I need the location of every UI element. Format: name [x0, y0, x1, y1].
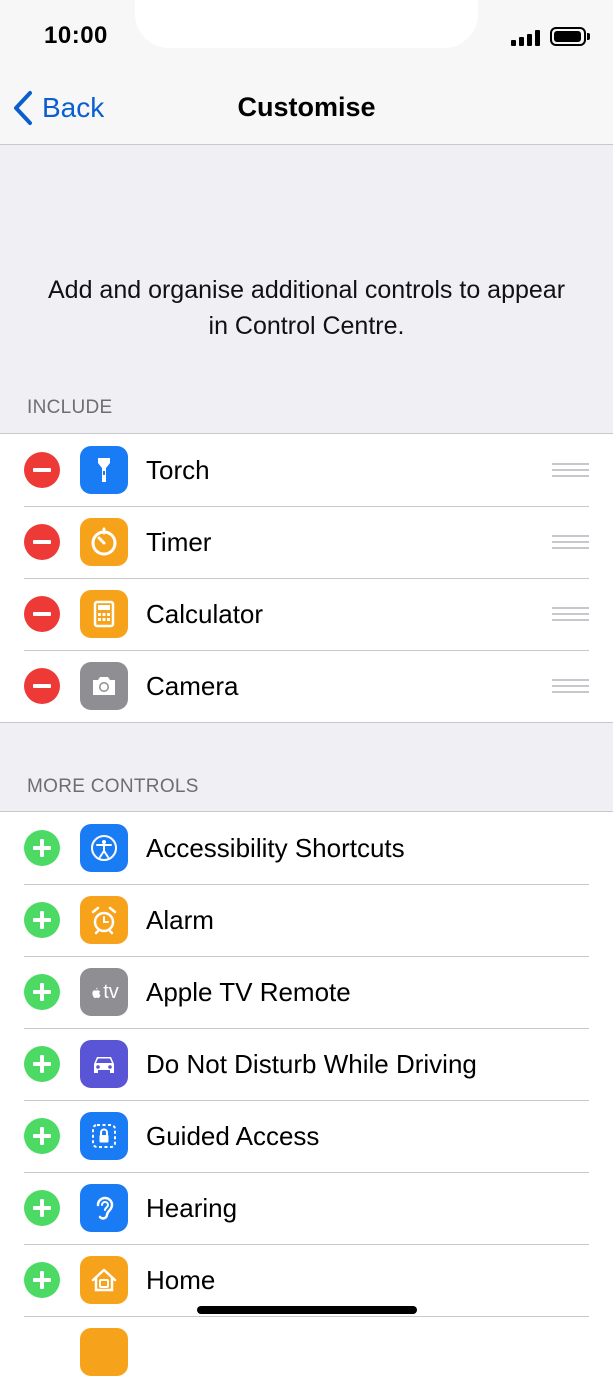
page-title: Customise: [237, 92, 376, 122]
add-icon[interactable]: [24, 830, 60, 866]
control-label: Guided Access: [146, 1121, 320, 1151]
reorder-handle-icon[interactable]: [552, 535, 589, 549]
section-header-more-controls: MORE CONTROLS: [27, 776, 199, 797]
control-label: Torch: [146, 455, 210, 485]
remove-icon[interactable]: [24, 596, 60, 632]
list-item[interactable]: Guided Access: [0, 1100, 613, 1172]
control-label: Do Not Disturb While Driving: [146, 1049, 477, 1079]
add-icon[interactable]: [24, 974, 60, 1010]
list-item[interactable]: tv Apple TV Remote: [0, 956, 613, 1028]
status-time: 10:00: [44, 22, 108, 49]
remove-icon[interactable]: [24, 668, 60, 704]
alarm-icon: [80, 896, 128, 944]
list-item[interactable]: Timer: [0, 506, 613, 578]
home-indicator[interactable]: [197, 1306, 417, 1314]
list-item[interactable]: Camera: [0, 650, 613, 722]
control-label: Hearing: [146, 1193, 238, 1223]
list-item[interactable]: Calculator: [0, 578, 613, 650]
app-icon: [80, 1328, 128, 1376]
add-icon[interactable]: [24, 1046, 60, 1082]
add-icon[interactable]: [24, 1190, 60, 1226]
apple-tv-icon: tv: [80, 968, 128, 1016]
remove-icon[interactable]: [24, 452, 60, 488]
status-bar: 10:00: [0, 0, 613, 72]
list-item[interactable]: Accessibility Shortcuts: [0, 812, 613, 884]
navigation-bar: Back Customise: [0, 72, 613, 145]
list-item[interactable]: [0, 1316, 613, 1388]
add-icon[interactable]: [24, 902, 60, 938]
remove-icon[interactable]: [24, 524, 60, 560]
control-label: Accessibility Shortcuts: [146, 833, 405, 863]
control-label: Apple TV Remote: [146, 977, 351, 1007]
control-label: Timer: [146, 527, 212, 557]
camera-icon: [80, 662, 128, 710]
control-label: Alarm: [146, 905, 214, 935]
car-icon: [80, 1040, 128, 1088]
control-label: Calculator: [146, 599, 264, 629]
add-icon[interactable]: [24, 1262, 60, 1298]
battery-icon: [550, 27, 590, 46]
list-item[interactable]: Hearing: [0, 1172, 613, 1244]
reorder-handle-icon[interactable]: [552, 463, 589, 477]
list-item[interactable]: Torch: [0, 434, 613, 506]
section-header-include: INCLUDE: [27, 397, 113, 418]
list-item[interactable]: Do Not Disturb While Driving: [0, 1028, 613, 1100]
apple-tv-icon-text: tv: [103, 980, 119, 1003]
timer-icon: [80, 518, 128, 566]
more-controls-list: Accessibility Shortcuts Alarm tv Apple T…: [0, 811, 613, 1388]
reorder-handle-icon[interactable]: [552, 679, 589, 693]
torch-icon: [80, 446, 128, 494]
reorder-handle-icon[interactable]: [552, 607, 589, 621]
ear-icon: [80, 1184, 128, 1232]
description-text: Add and organise additional controls to …: [47, 276, 566, 340]
calculator-icon: [80, 590, 128, 638]
notch: [135, 0, 478, 48]
cellular-signal-icon: [511, 30, 543, 46]
control-label: Home: [146, 1265, 216, 1295]
include-list: Torch Timer Calculator Camera: [0, 433, 613, 723]
control-label: Camera: [146, 671, 239, 701]
home-icon: [80, 1256, 128, 1304]
lock-icon: [80, 1112, 128, 1160]
accessibility-icon: [80, 824, 128, 872]
add-icon[interactable]: [24, 1118, 60, 1154]
list-item[interactable]: Alarm: [0, 884, 613, 956]
